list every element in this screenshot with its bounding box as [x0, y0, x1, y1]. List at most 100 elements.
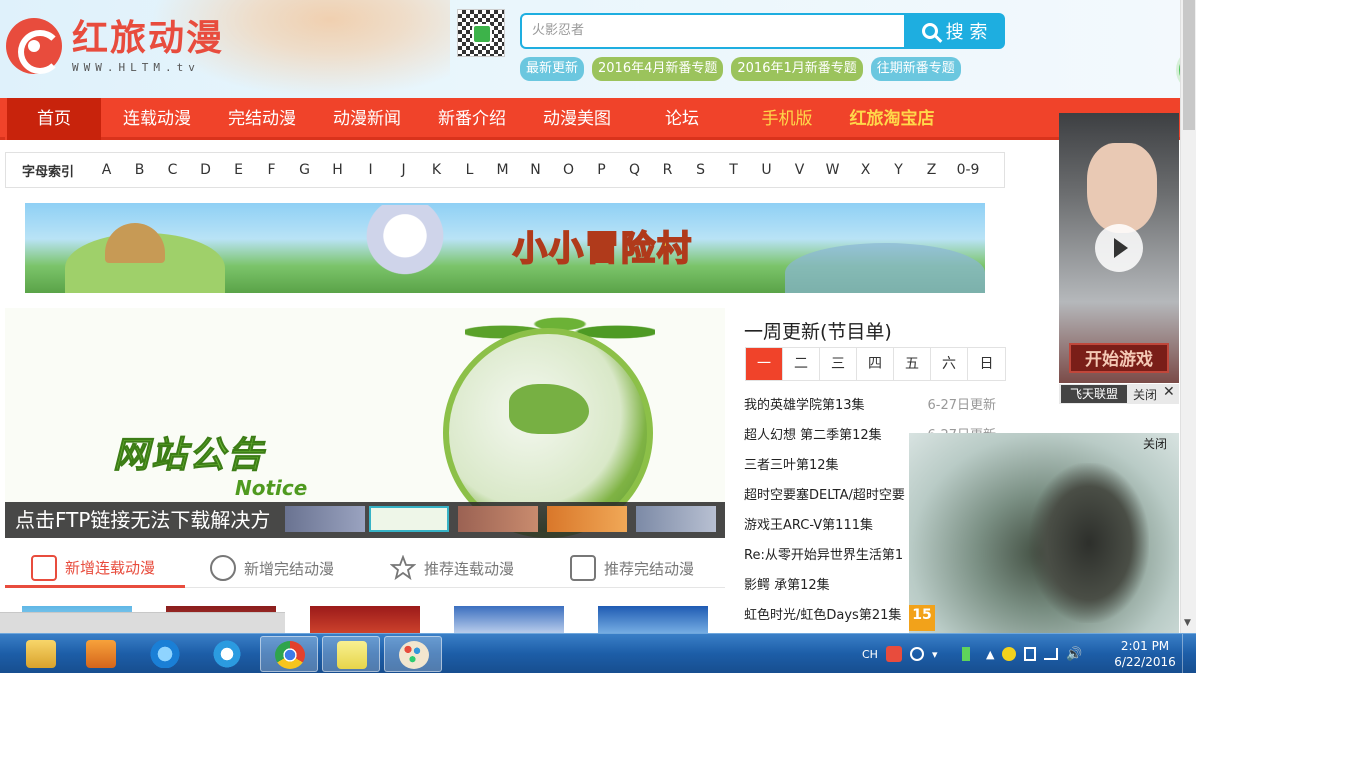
- scrollbar-thumb[interactable]: [1183, 0, 1195, 130]
- quick-tag-archive[interactable]: 往期新番专题: [870, 57, 961, 81]
- nav-mobile[interactable]: 手机版: [738, 98, 836, 140]
- letter-O[interactable]: O: [552, 162, 585, 178]
- letter-M[interactable]: M: [486, 162, 519, 178]
- taskbar-sticky-notes[interactable]: [322, 636, 380, 672]
- letter-H[interactable]: H: [321, 162, 354, 178]
- start-game-button[interactable]: 开始游戏: [1069, 343, 1169, 373]
- letter-G[interactable]: G: [288, 162, 321, 178]
- letter-T[interactable]: T: [717, 162, 750, 178]
- tab-recommended-finished[interactable]: 推荐完结动漫: [570, 550, 730, 586]
- nav-new-series[interactable]: 新番介绍: [423, 98, 521, 140]
- anime-card[interactable]: [310, 606, 420, 633]
- qr-code-icon[interactable]: [457, 9, 505, 57]
- letter-K[interactable]: K: [420, 162, 453, 178]
- tab-wednesday[interactable]: 三: [820, 348, 857, 380]
- letter-X[interactable]: X: [849, 162, 882, 178]
- help-icon[interactable]: [909, 647, 924, 661]
- tab-new-ongoing[interactable]: 新增连载动漫: [5, 550, 185, 588]
- search-button[interactable]: 搜 索: [904, 13, 1005, 49]
- slider-thumb-2[interactable]: [369, 506, 449, 532]
- floating-ad-close-button[interactable]: 关闭: [1143, 435, 1167, 452]
- slider-thumb-5[interactable]: [636, 506, 716, 532]
- play-icon[interactable]: [1095, 224, 1143, 272]
- quick-tag-latest[interactable]: 最新更新: [520, 57, 585, 81]
- nav-anime-images[interactable]: 动漫美图: [528, 98, 626, 140]
- volume-icon[interactable]: 🔊: [1066, 647, 1082, 662]
- letter-I[interactable]: I: [354, 162, 387, 178]
- taskbar-media-player[interactable]: [72, 636, 130, 672]
- letter-C[interactable]: C: [156, 162, 189, 178]
- logo-icon: [6, 18, 62, 74]
- slider-caption[interactable]: 点击FTP链接无法下载解决方: [15, 502, 285, 538]
- letter-U[interactable]: U: [750, 162, 783, 178]
- letter-Q[interactable]: Q: [618, 162, 651, 178]
- letter-Y[interactable]: Y: [882, 162, 915, 178]
- system-clock[interactable]: 2:01 PM 6/22/2016: [1112, 638, 1178, 670]
- letter-E[interactable]: E: [222, 162, 255, 178]
- battery-icon[interactable]: [961, 647, 970, 661]
- letter-P[interactable]: P: [585, 162, 618, 178]
- anime-card[interactable]: [598, 606, 708, 633]
- tab-saturday[interactable]: 六: [931, 348, 968, 380]
- nav-ongoing-anime[interactable]: 连载动漫: [108, 98, 206, 140]
- media-player-icon: [86, 640, 116, 668]
- nav-finished-anime[interactable]: 完结动漫: [213, 98, 311, 140]
- scroll-down-icon[interactable]: ▼: [1184, 618, 1191, 628]
- show-hidden-icons-icon[interactable]: ▲: [986, 648, 994, 661]
- letter-W[interactable]: W: [816, 162, 849, 178]
- taskbar-chrome[interactable]: [260, 636, 318, 672]
- nav-taobao-store[interactable]: 红旅淘宝店: [843, 98, 941, 140]
- slider-thumb-3[interactable]: [458, 506, 538, 532]
- letter-N[interactable]: N: [519, 162, 552, 178]
- nav-anime-news[interactable]: 动漫新闻: [318, 98, 416, 140]
- tab-new-finished[interactable]: 新增完结动漫: [210, 550, 370, 586]
- side-ad-close-button[interactable]: 关闭: [1133, 386, 1157, 403]
- letter-A[interactable]: A: [90, 162, 123, 178]
- letter-D[interactable]: D: [189, 162, 222, 178]
- search-input[interactable]: 火影忍者: [520, 13, 906, 49]
- tab-thursday[interactable]: 四: [857, 348, 894, 380]
- side-video-ad[interactable]: 开始游戏: [1059, 113, 1179, 383]
- tab-tuesday[interactable]: 二: [783, 348, 820, 380]
- anime-card[interactable]: [454, 606, 564, 633]
- game-banner-ad[interactable]: 小小冒险村: [25, 203, 985, 293]
- nav-home[interactable]: 首页: [5, 98, 101, 140]
- ime-options-icon[interactable]: ▾: [932, 648, 942, 661]
- tab-monday[interactable]: 一: [746, 348, 783, 380]
- quick-tag-january-2016[interactable]: 2016年1月新番专题: [731, 57, 863, 81]
- letter-R[interactable]: R: [651, 162, 684, 178]
- network-icon[interactable]: [1044, 648, 1059, 660]
- tab-recommended-ongoing[interactable]: 推荐连载动漫: [389, 550, 550, 586]
- close-icon[interactable]: ✕: [1163, 384, 1175, 400]
- floating-ad[interactable]: 关闭 15: [909, 433, 1179, 633]
- letter-J[interactable]: J: [387, 162, 420, 178]
- slider-thumb-4[interactable]: [547, 506, 627, 532]
- vertical-scrollbar[interactable]: ▼: [1180, 0, 1196, 633]
- site-logo[interactable]: 红旅动漫 WWW.HLTM.tv: [6, 18, 224, 74]
- slider-thumb-1[interactable]: [285, 506, 365, 532]
- clock-time: 2:01 PM: [1120, 639, 1170, 653]
- letter-B[interactable]: B: [123, 162, 156, 178]
- letter-0-9[interactable]: 0-9: [948, 162, 988, 178]
- clipboard-icon[interactable]: [1024, 647, 1037, 661]
- nav-forum[interactable]: 论坛: [633, 98, 731, 140]
- taskbar-paint[interactable]: [384, 636, 442, 672]
- show-desktop-button[interactable]: [1182, 634, 1196, 673]
- notice-slider[interactable]: 网站公告 Notice 点击FTP链接无法下载解决方: [5, 308, 725, 538]
- letter-Z[interactable]: Z: [915, 162, 948, 178]
- sogou-ime-icon[interactable]: [885, 646, 902, 662]
- security-icon[interactable]: [1002, 647, 1017, 661]
- letter-S[interactable]: S: [684, 162, 717, 178]
- taskbar-explorer[interactable]: [12, 636, 70, 672]
- taskbar-ie[interactable]: [136, 636, 194, 672]
- tab-friday[interactable]: 五: [894, 348, 931, 380]
- taskbar-cloud[interactable]: [198, 636, 256, 672]
- schedule-item-name: 影鳄 承第12集: [744, 578, 830, 593]
- schedule-item[interactable]: 我的英雄学院第13集 6-27日更新: [744, 394, 996, 414]
- tab-sunday[interactable]: 日: [968, 348, 1005, 380]
- letter-F[interactable]: F: [255, 162, 288, 178]
- language-indicator[interactable]: CH: [862, 648, 878, 661]
- letter-L[interactable]: L: [453, 162, 486, 178]
- quick-tag-april-2016[interactable]: 2016年4月新番专题: [592, 57, 724, 81]
- letter-V[interactable]: V: [783, 162, 816, 178]
